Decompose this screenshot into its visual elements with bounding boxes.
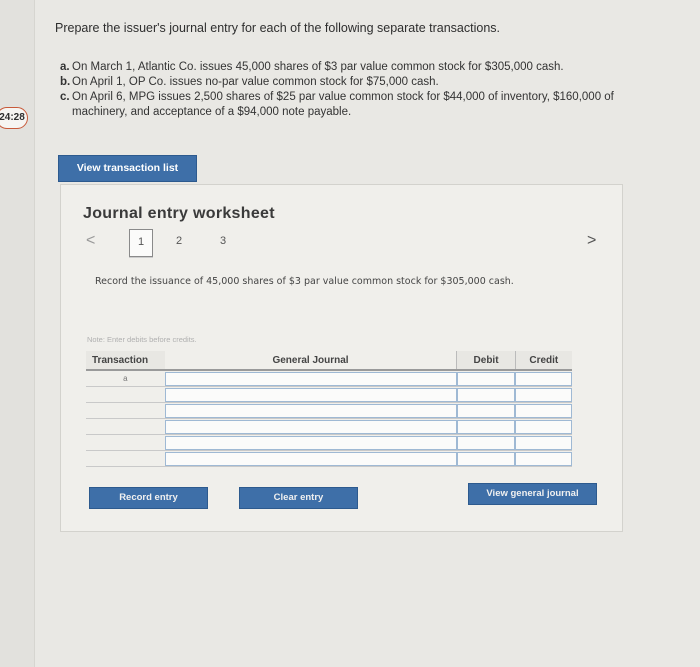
- credit-input[interactable]: [515, 371, 572, 386]
- chevron-right-icon[interactable]: >: [587, 232, 596, 250]
- credit-input[interactable]: [515, 435, 572, 450]
- question-prompt: Prepare the issuer's journal entry for e…: [55, 21, 500, 35]
- left-sidebar-strip: [0, 0, 35, 667]
- credit-input[interactable]: [515, 451, 572, 466]
- table-row: [86, 418, 572, 435]
- journal-account-input[interactable]: [164, 419, 457, 434]
- page-tab-1[interactable]: 1: [129, 229, 153, 257]
- column-header-transaction: Transaction: [86, 351, 165, 371]
- table-row: [86, 450, 572, 467]
- credit-input[interactable]: [515, 403, 572, 418]
- transaction-cell: [86, 386, 165, 403]
- transaction-parts-list: a. On March 1, Atlantic Co. issues 45,00…: [60, 60, 660, 120]
- debit-input[interactable]: [456, 403, 516, 418]
- timer-badge: 24:28: [0, 107, 28, 129]
- journal-entry-worksheet: Journal entry worksheet < 1 2 3 > Record…: [60, 184, 623, 532]
- journal-account-input[interactable]: [164, 451, 457, 466]
- clear-entry-button[interactable]: Clear entry: [239, 487, 358, 509]
- worksheet-title: Journal entry worksheet: [83, 205, 275, 222]
- table-header-row: Transaction General Journal Debit Credit: [86, 351, 572, 371]
- table-row: [86, 434, 572, 451]
- journal-table: Transaction General Journal Debit Credit…: [86, 351, 572, 467]
- transaction-cell: [86, 418, 165, 435]
- debit-input[interactable]: [456, 371, 516, 386]
- part-text: On March 1, Atlantic Co. issues 45,000 s…: [72, 61, 564, 73]
- journal-account-input[interactable]: [164, 387, 457, 402]
- debit-input[interactable]: [456, 451, 516, 466]
- part-c: c. On April 6, MPG issues 2,500 shares o…: [60, 90, 660, 120]
- part-b: b. On April 1, OP Co. issues no-par valu…: [60, 75, 660, 90]
- debit-input[interactable]: [456, 387, 516, 402]
- view-general-journal-button[interactable]: View general journal: [468, 483, 597, 505]
- record-entry-button[interactable]: Record entry: [89, 487, 208, 509]
- part-text: On April 1, OP Co. issues no-par value c…: [72, 76, 439, 88]
- column-header-general-journal: General Journal: [164, 351, 457, 371]
- credit-input[interactable]: [515, 387, 572, 402]
- table-row: [86, 386, 572, 403]
- journal-account-input[interactable]: [164, 403, 457, 418]
- transaction-cell: [86, 450, 165, 467]
- page-tab-2[interactable]: 2: [168, 229, 190, 255]
- column-header-debit: Debit: [456, 351, 516, 371]
- debit-input[interactable]: [456, 419, 516, 434]
- part-label: c.: [60, 91, 70, 103]
- debit-input[interactable]: [456, 435, 516, 450]
- part-label: b.: [60, 76, 71, 88]
- table-row: [86, 402, 572, 419]
- view-transaction-list-button[interactable]: View transaction list: [58, 155, 197, 182]
- table-row: a: [86, 370, 572, 387]
- page-tab-3[interactable]: 3: [212, 229, 234, 255]
- journal-account-input[interactable]: [164, 435, 457, 450]
- credit-input[interactable]: [515, 419, 572, 434]
- transaction-cell: [86, 402, 165, 419]
- journal-account-input[interactable]: [164, 371, 457, 386]
- chevron-left-icon[interactable]: <: [86, 232, 95, 250]
- part-a: a. On March 1, Atlantic Co. issues 45,00…: [60, 60, 660, 75]
- entry-note: Note: Enter debits before credits.: [87, 335, 197, 344]
- column-header-credit: Credit: [514, 351, 572, 371]
- entry-instruction: Record the issuance of 45,000 shares of …: [95, 276, 514, 287]
- part-label: a.: [60, 61, 70, 73]
- transaction-cell: [86, 434, 165, 451]
- part-text: On April 6, MPG issues 2,500 shares of $…: [72, 91, 614, 118]
- transaction-cell: a: [86, 370, 165, 387]
